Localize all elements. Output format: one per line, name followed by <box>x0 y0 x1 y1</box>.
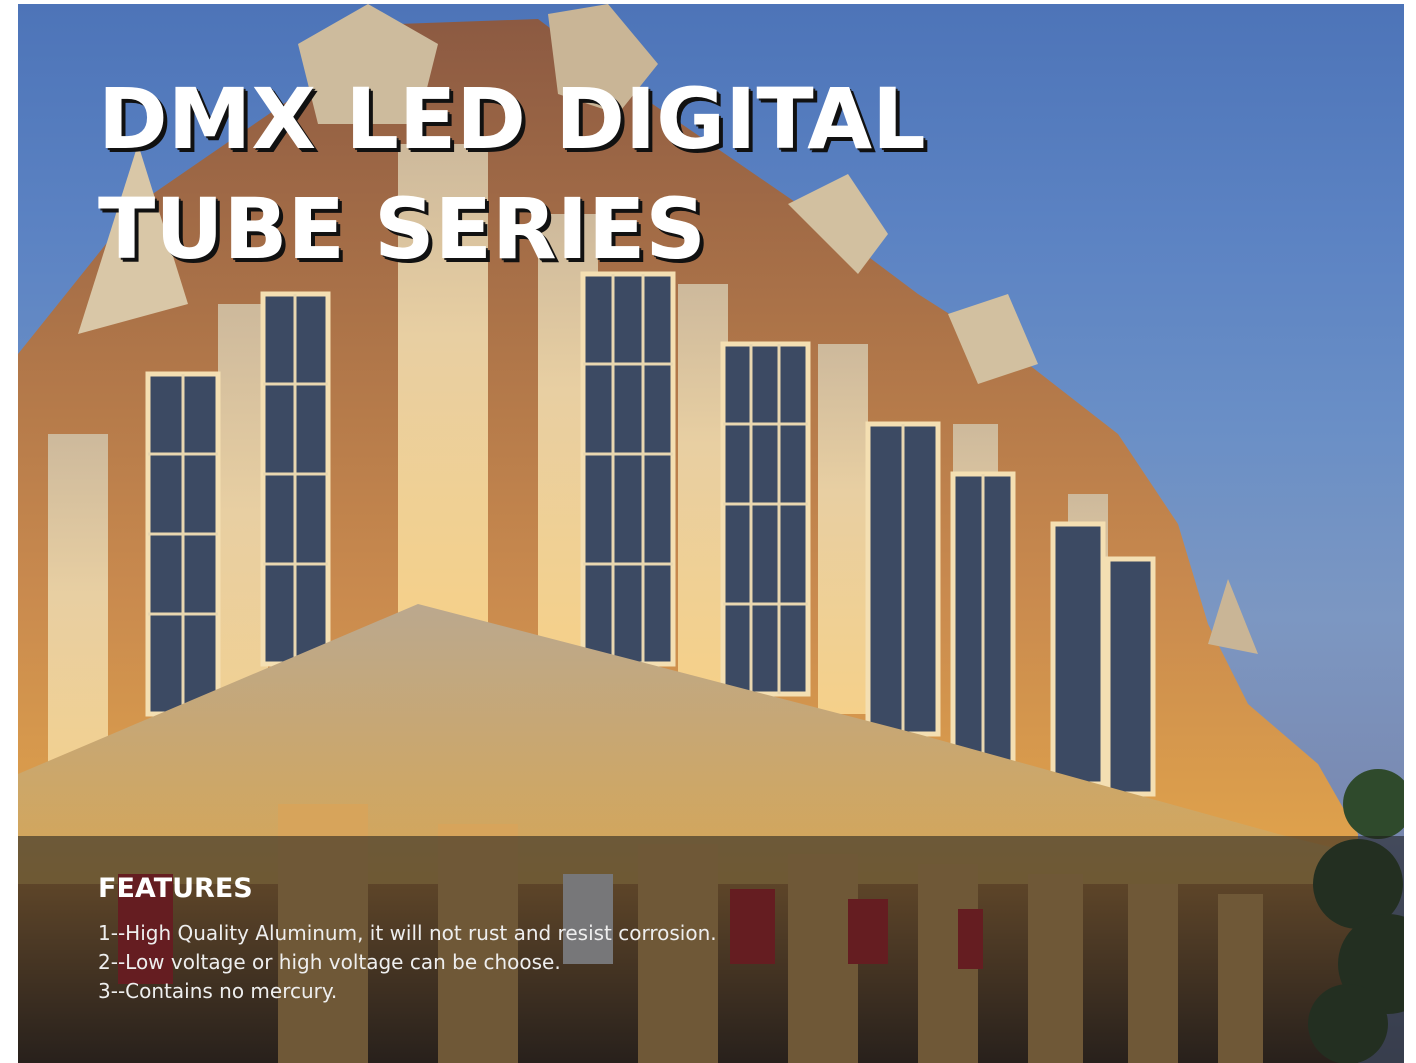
feature-item: 2--Low voltage or high voltage can be ch… <box>98 950 561 974</box>
features-title: FEATURES <box>98 873 253 904</box>
features-panel: FEATURES 1--High Quality Aluminum, it wi… <box>18 836 1404 1063</box>
feature-item: 3--Contains no mercury. <box>98 979 338 1003</box>
hero-banner: DMX LED DIGITAL TUBE SERIES FEATURES 1--… <box>18 4 1404 1063</box>
features-list: 1--High Quality Aluminum, it will not ru… <box>98 919 717 1006</box>
feature-item: 1--High Quality Aluminum, it will not ru… <box>98 921 717 945</box>
page-title: DMX LED DIGITAL TUBE SERIES <box>98 70 926 278</box>
